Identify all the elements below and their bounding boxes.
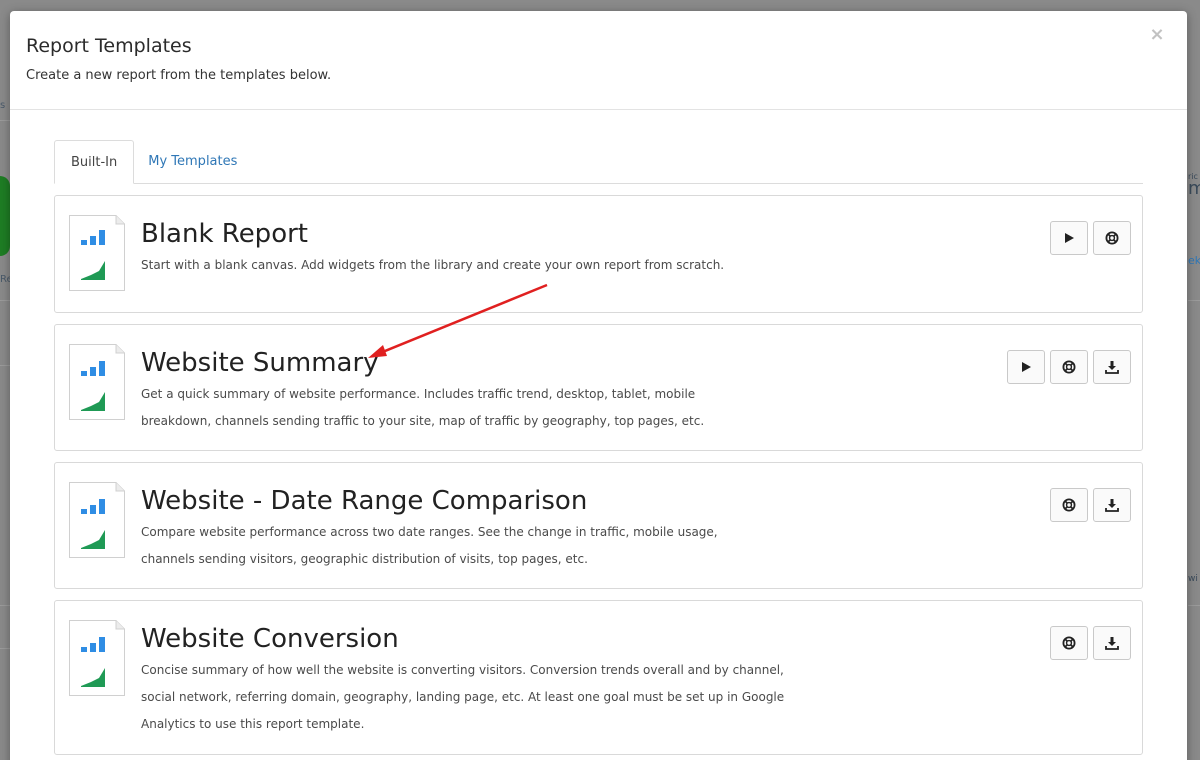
report-document-icon: [69, 482, 125, 558]
help-button[interactable]: [1050, 626, 1088, 660]
template-card-date-range-comparison: Website - Date Range Comparison Compare …: [54, 462, 1143, 589]
bg-divider: [1188, 605, 1200, 606]
play-icon: [1022, 362, 1031, 372]
report-document-icon: [69, 344, 125, 420]
template-content: Blank Report Start with a blank canvas. …: [141, 196, 1142, 279]
report-templates-modal: Report Templates Create a new report fro…: [10, 11, 1187, 760]
bg-divider: [1188, 300, 1200, 301]
bg-divider: [0, 300, 10, 301]
modal-header: Report Templates Create a new report fro…: [10, 11, 1187, 110]
template-content: Website Conversion Concise summary of ho…: [141, 601, 1142, 738]
modal-subtitle: Create a new report from the templates b…: [26, 68, 332, 83]
run-button[interactable]: [1050, 221, 1088, 255]
bg-snippet: ek: [1188, 254, 1200, 267]
bg-divider: [0, 120, 10, 121]
bg-divider: [0, 605, 10, 606]
template-card-blank-report: Blank Report Start with a blank canvas. …: [54, 195, 1143, 313]
download-button[interactable]: [1093, 626, 1131, 660]
lifebuoy-icon: [1062, 498, 1076, 512]
template-title: Blank Report: [141, 219, 308, 249]
help-button[interactable]: [1093, 221, 1131, 255]
lifebuoy-icon: [1062, 636, 1076, 650]
template-content: Website - Date Range Comparison Compare …: [141, 463, 1142, 573]
template-card-website-summary: Website Summary Get a quick summary of w…: [54, 324, 1143, 451]
template-description: Concise summary of how well the website …: [141, 663, 785, 731]
template-actions: [1050, 488, 1131, 522]
close-button[interactable]: ×: [1147, 25, 1167, 45]
download-button[interactable]: [1093, 488, 1131, 522]
lifebuoy-icon: [1062, 360, 1076, 374]
bg-snippet: m: [1188, 178, 1200, 199]
template-title: Website Summary: [141, 348, 379, 378]
bg-snippet: s: [0, 100, 6, 111]
template-description: Get a quick summary of website performan…: [141, 387, 705, 428]
template-actions: [1050, 626, 1131, 660]
bg-green-tab: [0, 176, 10, 256]
help-button[interactable]: [1050, 488, 1088, 522]
play-icon: [1065, 233, 1074, 243]
template-card-website-conversion: Website Conversion Concise summary of ho…: [54, 600, 1143, 755]
lifebuoy-icon: [1105, 231, 1119, 245]
template-description: Compare website performance across two d…: [141, 525, 718, 566]
download-icon: [1105, 637, 1119, 650]
download-button[interactable]: [1093, 350, 1131, 384]
template-description: Start with a blank canvas. Add widgets f…: [141, 258, 725, 272]
template-content: Website Summary Get a quick summary of w…: [141, 325, 1142, 435]
help-button[interactable]: [1050, 350, 1088, 384]
modal-title: Report Templates: [26, 35, 192, 57]
download-icon: [1105, 499, 1119, 512]
bg-divider: [0, 648, 10, 649]
download-icon: [1105, 361, 1119, 374]
template-actions: [1050, 221, 1131, 255]
report-document-icon: [69, 215, 125, 291]
tab-built-in[interactable]: Built-In: [54, 140, 135, 184]
modal-body: Built-In My Templates Blank Report Start…: [10, 110, 1187, 755]
report-document-icon: [69, 620, 125, 696]
template-tabs: Built-In My Templates: [54, 140, 1143, 184]
run-button[interactable]: [1007, 350, 1045, 384]
bg-divider: [0, 365, 10, 366]
tab-my-templates[interactable]: My Templates: [134, 140, 251, 183]
bg-snippet: wi: [1188, 574, 1198, 584]
template-title: Website - Date Range Comparison: [141, 486, 588, 516]
template-title: Website Conversion: [141, 624, 399, 654]
bg-snippet: Re: [0, 274, 10, 285]
template-actions: [1007, 350, 1131, 384]
